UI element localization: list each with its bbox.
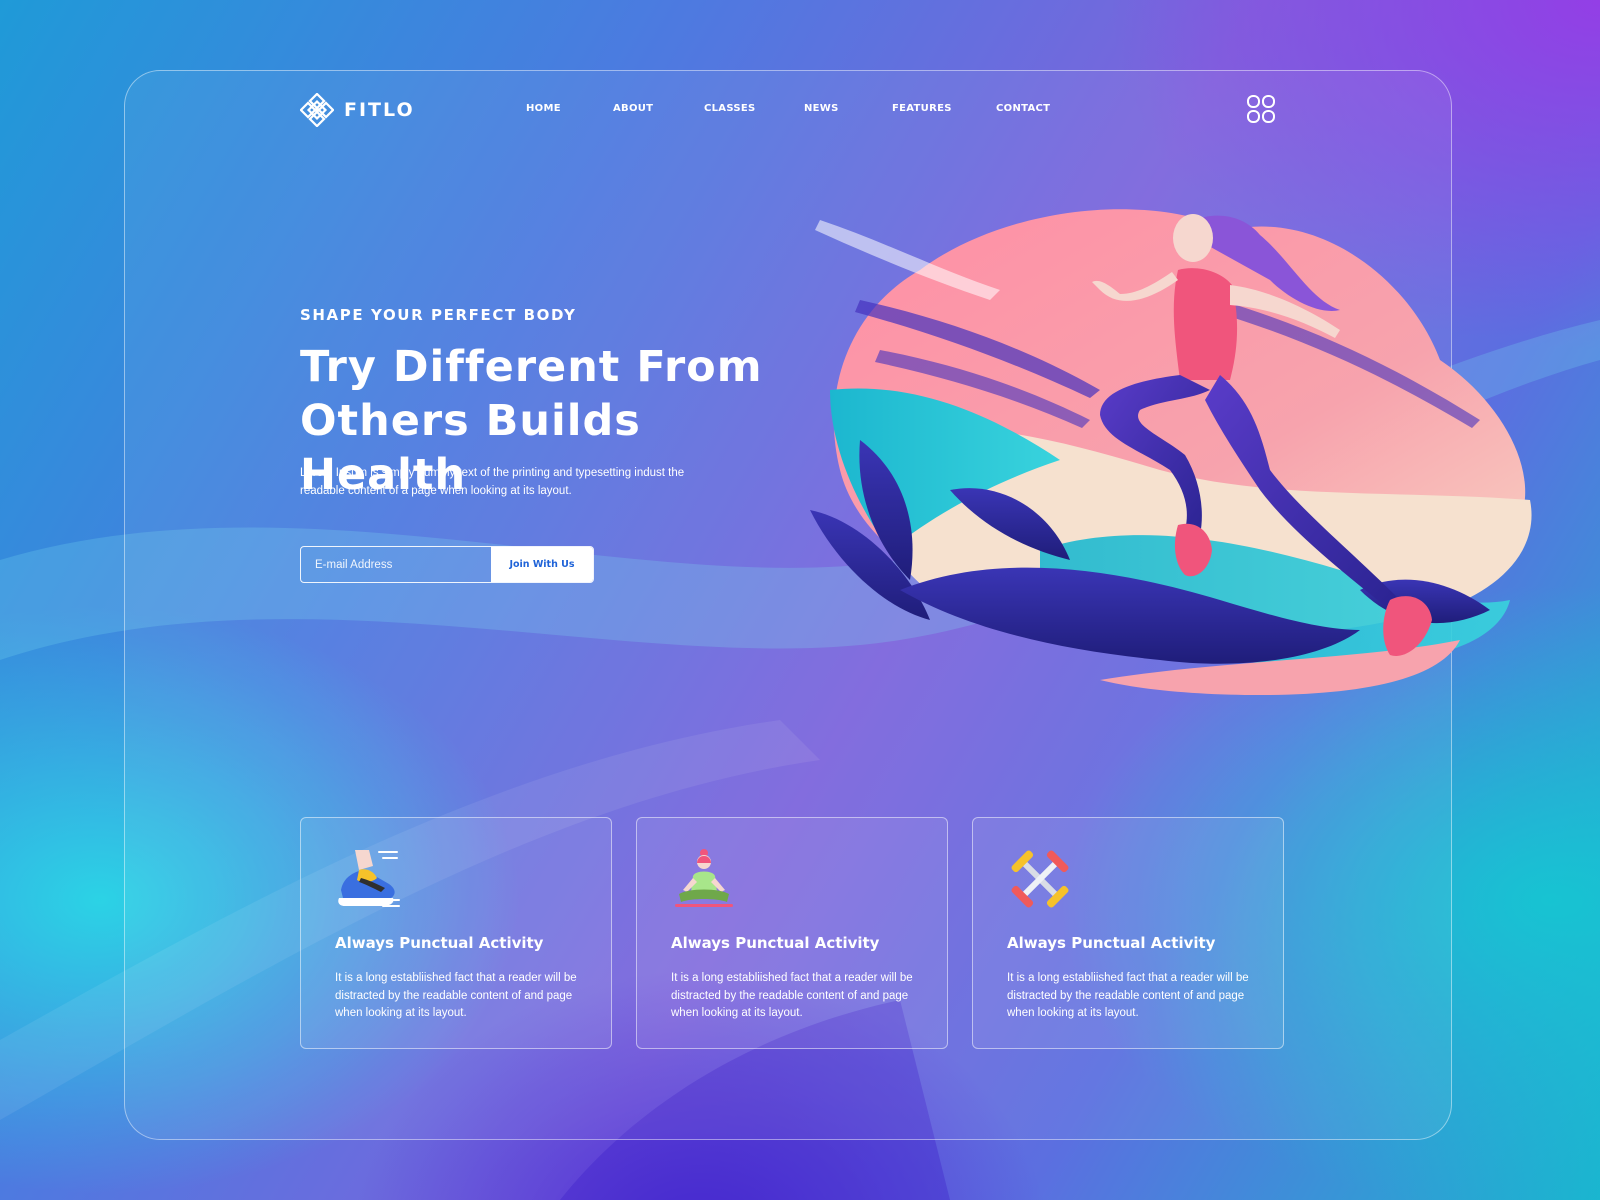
email-field[interactable] <box>301 547 491 582</box>
feature-title: Always Punctual Activity <box>671 934 880 952</box>
nav-item-contact[interactable]: CONTACT <box>996 103 1050 114</box>
hero-description: Lorem Ipsum is simply dummy text of the … <box>300 467 685 497</box>
nav-item-news[interactable]: NEWS <box>804 103 839 114</box>
feature-card[interactable]: Always Punctual Activity It is a long es… <box>972 817 1284 1049</box>
feature-title: Always Punctual Activity <box>335 934 544 952</box>
grid-menu-icon[interactable] <box>1246 94 1276 124</box>
meditation-icon <box>675 849 733 907</box>
nav-item-features[interactable]: FEATURES <box>892 103 952 114</box>
join-button[interactable]: Join With Us <box>491 547 593 582</box>
hero-eyebrow: SHAPE YOUR PERFECT BODY <box>300 306 577 324</box>
dumbbells-icon <box>1011 850 1069 908</box>
main-nav: HOME ABOUT CLASSES NEWS FEATURES CONTACT <box>0 103 1600 123</box>
runner-woman-illustration <box>810 209 1532 695</box>
hero-title-line1: Try Different From <box>300 342 763 392</box>
feature-title: Always Punctual Activity <box>1007 934 1216 952</box>
nav-item-about[interactable]: ABOUT <box>613 103 653 114</box>
nav-item-classes[interactable]: CLASSES <box>704 103 756 114</box>
feature-text: It is a long establiished fact that a re… <box>1007 972 1249 1019</box>
feature-text: It is a long establiished fact that a re… <box>335 972 577 1019</box>
feature-card[interactable]: Always Punctual Activity It is a long es… <box>300 817 612 1049</box>
feature-text: It is a long establiished fact that a re… <box>671 972 913 1019</box>
running-shoe-icon <box>338 850 400 907</box>
feature-card[interactable]: Always Punctual Activity It is a long es… <box>636 817 948 1049</box>
nav-item-home[interactable]: HOME <box>526 103 561 114</box>
signup-form: Join With Us <box>300 546 594 583</box>
